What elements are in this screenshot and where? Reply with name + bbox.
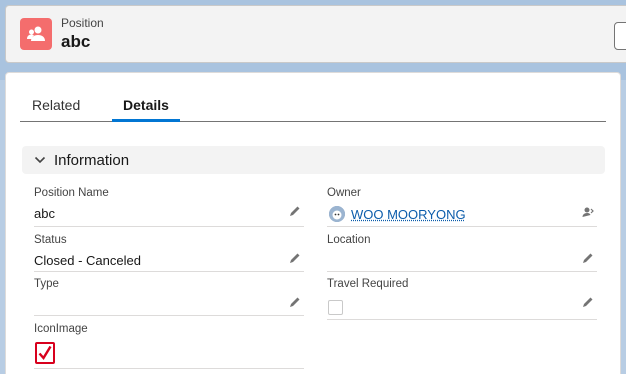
field-label: Location [327,234,371,246]
record-title: abc [61,32,91,51]
field-icon-image: IconImage [34,323,304,369]
pencil-icon[interactable] [581,251,595,265]
tab-details[interactable]: Details [112,97,180,122]
field-travel-required: Travel Required [327,278,597,320]
pencil-icon[interactable] [288,204,302,218]
field-label: IconImage [34,323,88,335]
tab-bar: Related Details [20,93,606,122]
field-status: Status Closed - Canceled [34,234,304,272]
change-owner-icon[interactable] [581,205,595,219]
travel-required-checkbox[interactable] [328,300,343,315]
field-value: abc [34,206,55,221]
checkmark-icon [38,345,52,361]
pencil-icon[interactable] [288,251,302,265]
pencil-icon[interactable] [288,295,302,309]
position-object-icon [20,18,52,50]
field-label: Type [34,278,59,290]
field-label: Status [34,234,67,246]
field-value: Closed - Canceled [34,253,141,268]
pencil-icon[interactable] [581,295,595,309]
object-label: Position [61,16,104,30]
record-detail-card: Related Details Information Position Nam… [5,72,621,374]
avatar [329,206,345,222]
information-section-toggle[interactable]: Information [22,146,605,174]
field-owner: Owner WOO MOORYONG [327,187,597,227]
chevron-down-icon [34,154,46,166]
field-location: Location [327,234,597,272]
icon-image-checkbox[interactable] [35,342,55,364]
field-type: Type [34,278,304,316]
tab-related[interactable]: Related [32,97,80,122]
header-action-button[interactable] [614,22,626,50]
field-position-name: Position Name abc [34,187,304,227]
field-label: Owner [327,187,361,199]
field-label: Travel Required [327,278,409,290]
section-title: Information [54,151,130,169]
owner-link[interactable]: WOO MOORYONG [351,207,466,222]
field-label: Position Name [34,187,109,199]
record-header: Position abc [5,5,626,63]
